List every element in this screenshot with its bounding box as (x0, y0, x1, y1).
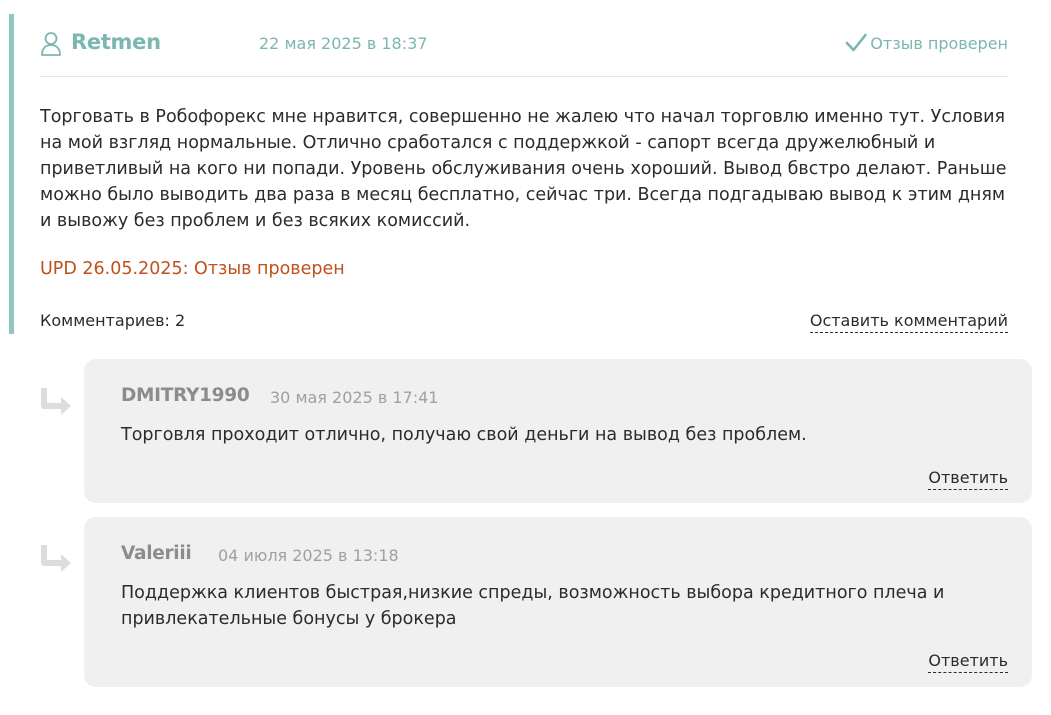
reply-card: Valeriii 04 июля 2025 в 13:18 Поддержка … (84, 517, 1032, 687)
reply-button[interactable]: Ответить (928, 651, 1008, 673)
reply-arrow-icon (41, 545, 71, 572)
reply-text: Торговля проходит отлично, получаю свой … (121, 425, 807, 445)
update-note: UPD 26.05.2025: Отзыв проверен (40, 259, 345, 279)
verified-badge: Отзыв проверен (845, 31, 1008, 55)
header-divider (40, 76, 1008, 77)
user-icon (41, 32, 61, 56)
reply-card: DMITRY1990 30 мая 2025 в 17:41 Торговля … (84, 359, 1032, 503)
comments-count: Комментариев: 2 (40, 311, 186, 330)
review-header: Retmen 22 мая 2025 в 18:37 Отзыв провере… (40, 27, 1008, 61)
reply-arrow-icon (41, 388, 71, 415)
review-date: 22 мая 2025 в 18:37 (259, 34, 428, 53)
reply-date: 30 мая 2025 в 17:41 (270, 388, 439, 407)
checkmark-icon (845, 33, 868, 52)
review-accent-bar (9, 14, 14, 334)
reply-text: Поддержка клиентов быстрая,низкие спреды… (121, 583, 945, 629)
leave-comment-link[interactable]: Оставить комментарий (809, 311, 1008, 333)
reply-author[interactable]: DMITRY1990 (121, 385, 250, 406)
verified-label: Отзыв проверен (870, 33, 1008, 53)
review-body: Торговать в Робофорекс мне нравится, сов… (40, 107, 1007, 231)
review-author[interactable]: Retmen (71, 30, 161, 54)
reply-button[interactable]: Ответить (928, 468, 1008, 490)
reply-author[interactable]: Valeriii (121, 543, 192, 564)
review-card: Retmen 22 мая 2025 в 18:37 Отзыв провере… (0, 0, 1051, 334)
reply-date: 04 июля 2025 в 13:18 (218, 546, 399, 565)
